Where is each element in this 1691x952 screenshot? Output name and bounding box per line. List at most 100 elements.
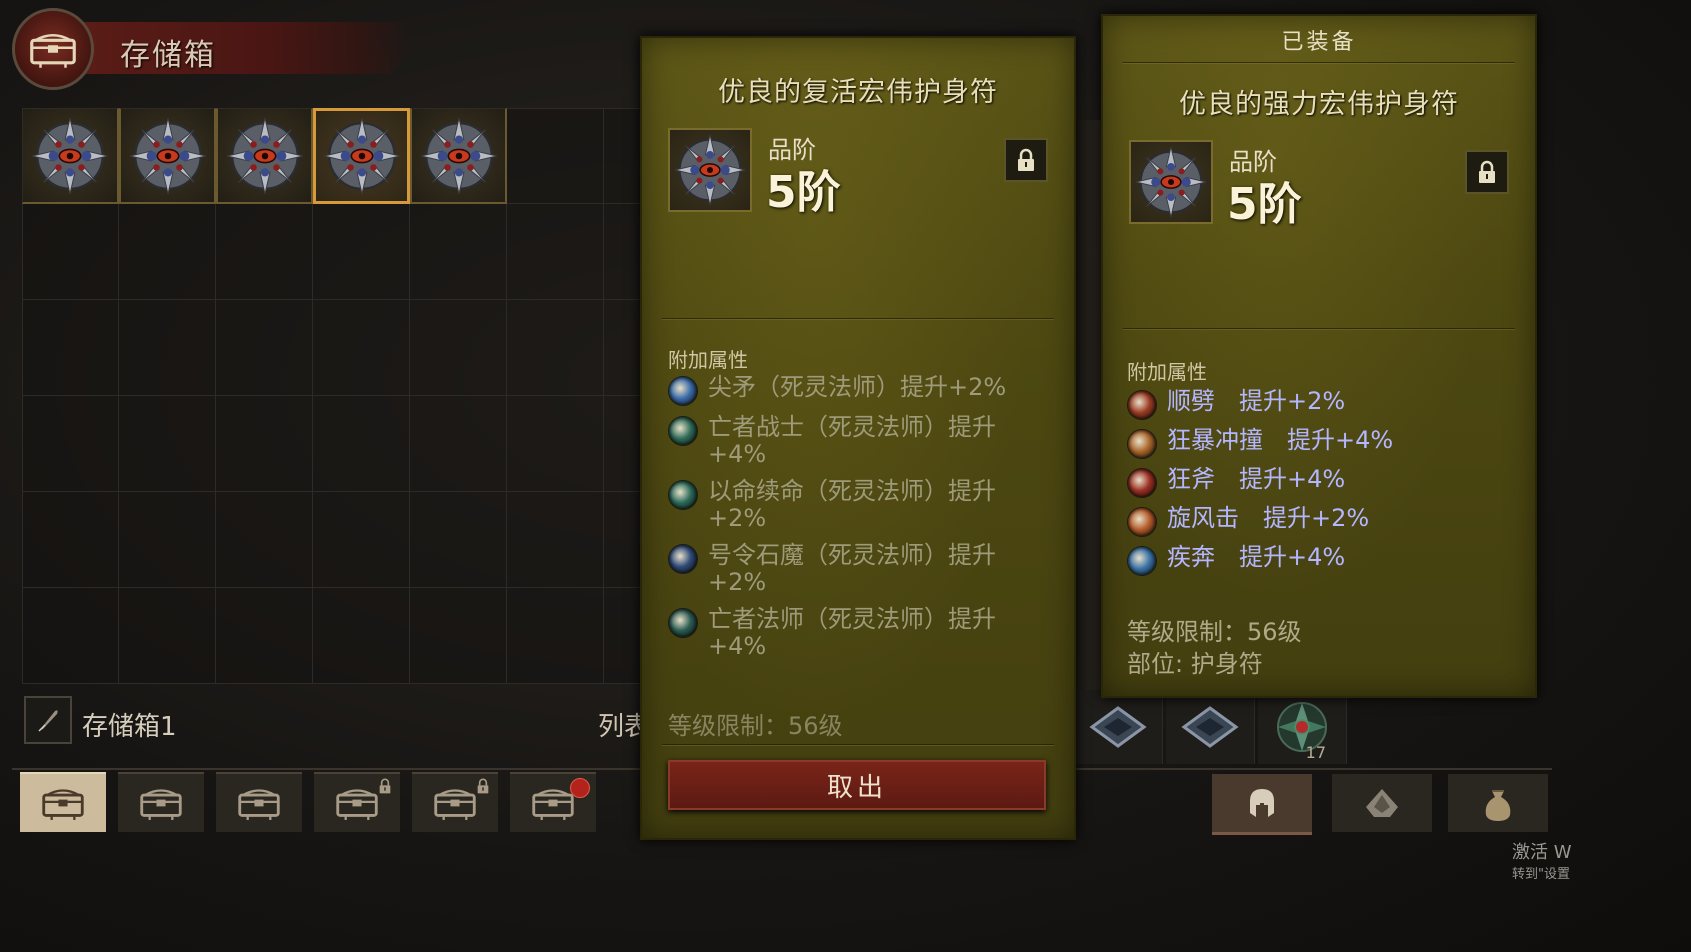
equipment-slots: 17 — [1074, 690, 1454, 766]
lock-item-button[interactable] — [1004, 138, 1048, 182]
affix-text: 号令石魔（死灵法师）提升+2% — [708, 541, 996, 596]
empty-stash-slot[interactable] — [22, 588, 119, 684]
amulet-icon — [224, 115, 306, 197]
empty-stash-slot[interactable] — [22, 300, 119, 396]
chest-icon — [236, 786, 282, 820]
empty-stash-slot[interactable] — [119, 588, 216, 684]
materials-icon — [1366, 789, 1398, 817]
affix-text: 狂斧 提升+4% — [1167, 465, 1346, 493]
empty-stash-slot[interactable] — [22, 396, 119, 492]
skill-icon — [1127, 468, 1157, 498]
skill-icon — [668, 416, 698, 446]
affix-row: 号令石魔（死灵法师）提升+2% — [668, 542, 1038, 596]
skill-icon — [668, 608, 698, 638]
empty-stash-slot[interactable] — [313, 204, 410, 300]
empty-stash-slot[interactable] — [119, 204, 216, 300]
chest-icon — [432, 786, 478, 820]
empty-stash-slot[interactable] — [216, 300, 313, 396]
item-tier: 5阶 — [766, 167, 841, 218]
rename-stash-button[interactable] — [24, 696, 72, 744]
amulet-icon — [418, 115, 500, 197]
affix-row: 狂斧 提升+4% — [1127, 466, 1527, 498]
empty-stash-slot[interactable] — [216, 204, 313, 300]
affix-row: 尖矛（死灵法师）提升+2% — [668, 374, 1038, 406]
character-tabs — [1212, 774, 1552, 836]
equipment-slot[interactable] — [1074, 690, 1163, 764]
empty-stash-slot[interactable] — [313, 300, 410, 396]
separator — [1123, 62, 1515, 63]
lock-icon — [476, 778, 490, 798]
empty-stash-slot[interactable] — [507, 588, 604, 684]
item-name: 优良的强力宏伟护身符 — [1179, 89, 1459, 120]
stash-item-slot[interactable] — [313, 108, 410, 204]
amulet-icon — [29, 115, 111, 197]
empty-stash-slot[interactable] — [507, 204, 604, 300]
empty-stash-slot[interactable] — [507, 396, 604, 492]
stash-tab[interactable] — [216, 772, 302, 832]
empty-stash-slot[interactable] — [313, 492, 410, 588]
empty-stash-slot[interactable] — [313, 588, 410, 684]
chest-icon — [334, 786, 380, 820]
empty-stash-slot[interactable] — [216, 492, 313, 588]
empty-stash-slot[interactable] — [22, 204, 119, 300]
empty-stash-slot[interactable] — [410, 588, 507, 684]
helmet-icon — [1250, 789, 1274, 817]
equipped-label: 已装备 — [1281, 30, 1357, 55]
level-requirement: 等级限制：56级 — [668, 712, 843, 740]
empty-stash-slot[interactable] — [216, 588, 313, 684]
stash-grid — [22, 108, 702, 686]
empty-stash-slot[interactable] — [410, 492, 507, 588]
chest-icon — [138, 786, 184, 820]
affix-text: 旋风击 提升+2% — [1167, 504, 1370, 532]
hovered-item-tooltip: 优良的复活宏伟护身符 品阶 5阶 附加属性 尖矛（死灵法师）提升+2% 亡者战士（… — [640, 36, 1076, 840]
stash-item-slot[interactable] — [216, 108, 313, 204]
amulet-icon — [1133, 144, 1209, 220]
chest-icon — [40, 786, 86, 820]
equipment-slot[interactable]: 17 — [1258, 690, 1347, 764]
stash-tab[interactable] — [412, 772, 498, 832]
affix-row: 旋风击 提升+2% — [1127, 505, 1527, 537]
empty-stash-slot[interactable] — [507, 300, 604, 396]
take-out-button[interactable]: 取出 — [668, 760, 1046, 810]
stash-header: 存储箱 — [12, 8, 412, 90]
equipment-slot[interactable] — [1166, 690, 1255, 764]
stash-item-slot[interactable] — [22, 108, 119, 204]
stash-item-slot[interactable] — [410, 108, 507, 204]
affix-text: 尖矛（死灵法师）提升+2% — [708, 373, 1007, 401]
empty-stash-slot[interactable] — [410, 300, 507, 396]
empty-stash-slot[interactable] — [410, 396, 507, 492]
empty-stash-slot[interactable] — [216, 396, 313, 492]
skill-icon — [1127, 429, 1157, 459]
affix-text: 亡者法师（死灵法师）提升+4% — [708, 605, 996, 660]
affix-text: 顺劈 提升+2% — [1167, 387, 1346, 415]
empty-stash-slot[interactable] — [22, 492, 119, 588]
stash-tab[interactable] — [510, 772, 596, 832]
empty-stash-slot[interactable] — [507, 108, 604, 204]
stash-item-slot[interactable] — [119, 108, 216, 204]
tab-equipment[interactable] — [1212, 774, 1312, 835]
ring-icon — [1181, 706, 1239, 748]
stash-tab[interactable] — [20, 772, 106, 832]
tab-materials[interactable] — [1332, 774, 1432, 832]
empty-stash-slot[interactable] — [119, 300, 216, 396]
skill-icon — [1127, 507, 1157, 537]
affix-row: 疾奔 提升+4% — [1127, 544, 1527, 576]
item-name: 优良的复活宏伟护身符 — [718, 77, 998, 108]
equipped-item-tooltip: 已装备 优良的强力宏伟护身符 品阶 5阶 附加属性 顺劈 提升+2% 狂暴冲撞 提… — [1101, 14, 1537, 698]
affix-row: 以命续命（死灵法师）提升+2% — [668, 478, 1038, 532]
item-icon — [668, 128, 752, 212]
empty-stash-slot[interactable] — [313, 396, 410, 492]
affix-text: 狂暴冲撞 提升+4% — [1167, 426, 1394, 454]
watermark-line-2: 转到"设置 — [1512, 867, 1570, 882]
lock-item-button[interactable] — [1465, 150, 1509, 194]
stash-tab[interactable] — [118, 772, 204, 832]
empty-stash-slot[interactable] — [119, 492, 216, 588]
tab-gold-bag[interactable] — [1448, 774, 1548, 832]
stash-tab[interactable] — [314, 772, 400, 832]
empty-stash-slot[interactable] — [410, 204, 507, 300]
skill-icon — [668, 544, 698, 574]
empty-stash-slot[interactable] — [507, 492, 604, 588]
feather-pen-icon — [38, 710, 58, 732]
empty-stash-slot[interactable] — [119, 396, 216, 492]
lock-icon — [1477, 160, 1497, 184]
